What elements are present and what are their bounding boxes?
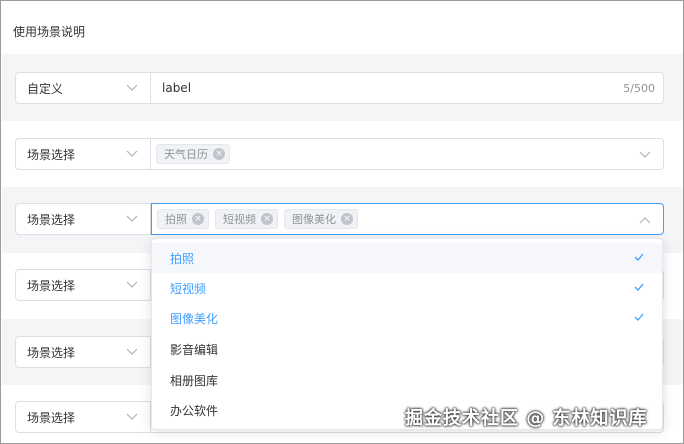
dropdown-option[interactable]: 相册图库 — [152, 365, 662, 395]
scene-type-select[interactable]: 自定义 — [15, 72, 151, 104]
scene-tag: 短视频 × — [215, 209, 278, 229]
select-value: 场景选择 — [27, 410, 76, 425]
tag-close-icon[interactable]: × — [341, 213, 353, 225]
scene-multiselect[interactable]: 天气日历 × — [151, 138, 664, 170]
chevron-up-icon — [639, 217, 651, 224]
scene-dropdown-menu: 拍照 短视频 图像美化 影音编辑 相册图库 办公软件 — [151, 238, 663, 430]
option-label: 办公软件 — [170, 403, 219, 418]
dropdown-option[interactable]: 影音编辑 — [152, 334, 662, 364]
chevron-down-icon — [126, 281, 138, 288]
scene-multiselect[interactable]: 拍照 × 短视频 × 图像美化 × — [151, 203, 664, 235]
scene-tag: 天气日历 × — [156, 144, 230, 164]
chevron-down-icon — [126, 348, 138, 355]
tag-label: 图像美化 — [292, 213, 336, 226]
option-label: 影音编辑 — [170, 342, 219, 357]
check-icon — [634, 313, 644, 321]
select-value: 场景选择 — [27, 345, 76, 360]
chevron-down-icon — [126, 215, 138, 222]
scene-row: 场景选择 拍照 × 短视频 × 图像美化 × — [15, 203, 664, 235]
chevron-down-icon — [126, 84, 138, 91]
scene-tag: 拍照 × — [157, 209, 209, 229]
scene-type-select[interactable]: 场景选择 — [15, 203, 151, 235]
scene-type-select[interactable]: 场景选择 — [15, 336, 151, 368]
scene-row: 自定义 label 5/500 — [15, 72, 664, 104]
char-counter: 5/500 — [623, 82, 655, 95]
option-label: 短视频 — [170, 281, 207, 296]
tag-close-icon[interactable]: × — [192, 213, 204, 225]
input-value: label — [162, 81, 192, 95]
tag-close-icon[interactable]: × — [261, 213, 273, 225]
option-label: 拍照 — [170, 251, 195, 266]
tag-close-icon[interactable]: × — [213, 148, 225, 160]
select-value: 场景选择 — [27, 278, 76, 293]
tag-label: 拍照 — [165, 213, 187, 226]
tag-label: 短视频 — [223, 213, 256, 226]
check-icon — [634, 253, 644, 261]
option-label: 图像美化 — [170, 311, 219, 326]
select-value: 场景选择 — [27, 212, 76, 227]
scene-row: 场景选择 天气日历 × — [15, 138, 664, 170]
chevron-down-icon — [126, 413, 138, 420]
dropdown-option[interactable]: 图像美化 — [152, 303, 662, 333]
check-icon — [634, 283, 644, 291]
tag-label: 天气日历 — [164, 148, 208, 161]
select-value: 自定义 — [27, 81, 64, 96]
option-label: 相册图库 — [170, 373, 219, 388]
form-panel: 使用场景说明 自定义 label 5/500 场景选择 天气日历 × 场景选择 … — [0, 0, 684, 444]
section-title: 使用场景说明 — [13, 25, 86, 39]
label-input[interactable]: label 5/500 — [151, 72, 664, 104]
scene-type-select[interactable]: 场景选择 — [15, 401, 151, 433]
dropdown-option[interactable]: 短视频 — [152, 273, 662, 303]
chevron-down-icon — [126, 150, 138, 157]
select-value: 场景选择 — [27, 147, 76, 162]
dropdown-option[interactable]: 拍照 — [152, 243, 662, 273]
scene-type-select[interactable]: 场景选择 — [15, 269, 151, 301]
chevron-down-icon — [639, 151, 651, 158]
scene-tag: 图像美化 × — [284, 209, 358, 229]
watermark: 掘金技术社区 @ 东林知识库 — [405, 408, 648, 429]
scene-type-select[interactable]: 场景选择 — [15, 138, 151, 170]
